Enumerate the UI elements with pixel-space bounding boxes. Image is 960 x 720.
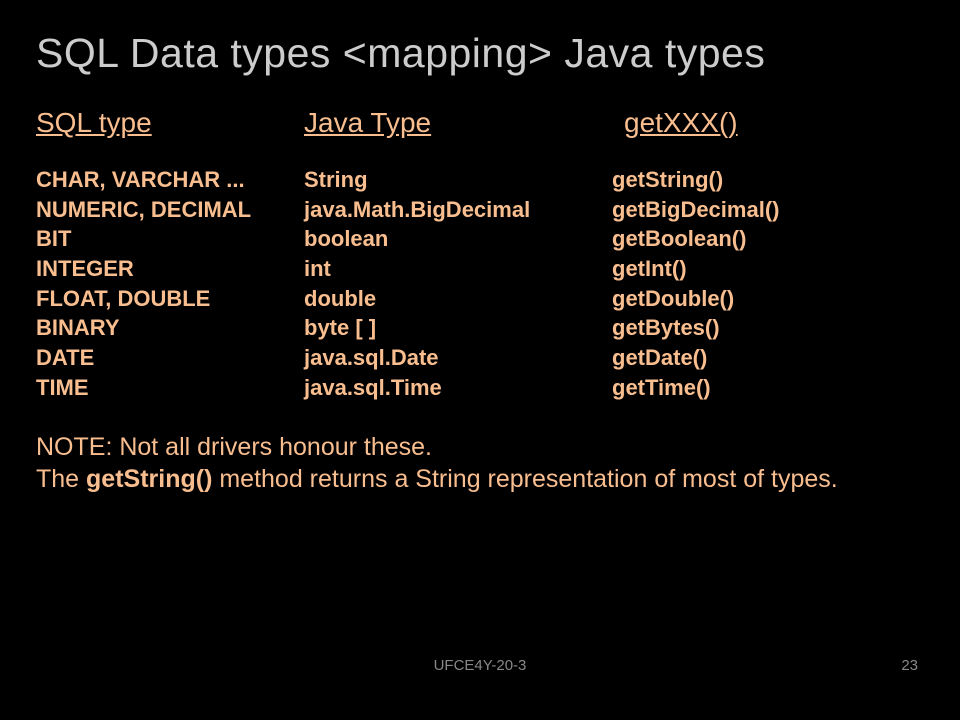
cell-get: getTime()	[612, 373, 711, 403]
table-row: NUMERIC, DECIMAL java.Math.BigDecimal ge…	[36, 195, 924, 225]
table-row: BINARY byte [ ] getBytes()	[36, 313, 924, 343]
cell-java: String	[304, 165, 612, 195]
cell-java: java.sql.Date	[304, 343, 612, 373]
cell-sql: NUMERIC, DECIMAL	[36, 195, 304, 225]
header-java-type: Java Type	[304, 107, 624, 139]
table-header-row: SQL type Java Type getXXX()	[36, 107, 924, 139]
note-text: method returns a String representation o…	[212, 465, 837, 493]
cell-get: getDouble()	[612, 284, 734, 314]
table-row: CHAR, VARCHAR ... String getString()	[36, 165, 924, 195]
table-row: DATE java.sql.Date getDate()	[36, 343, 924, 373]
cell-java: byte [ ]	[304, 313, 612, 343]
page-number: 23	[901, 657, 918, 674]
cell-java: int	[304, 254, 612, 284]
table-row: INTEGER int getInt()	[36, 254, 924, 284]
cell-java: java.Math.BigDecimal	[304, 195, 612, 225]
cell-sql: BINARY	[36, 313, 304, 343]
cell-java: java.sql.Time	[304, 373, 612, 403]
note-block: NOTE: Not all drivers honour these. The …	[36, 431, 924, 496]
note-bold: getString()	[86, 465, 212, 493]
cell-sql: FLOAT, DOUBLE	[36, 284, 304, 314]
table-row: BIT boolean getBoolean()	[36, 224, 924, 254]
cell-sql: BIT	[36, 224, 304, 254]
note-text: The	[36, 465, 86, 493]
cell-get: getString()	[612, 165, 723, 195]
table-row: FLOAT, DOUBLE double getDouble()	[36, 284, 924, 314]
slide-title: SQL Data types <mapping> Java types	[36, 30, 924, 77]
cell-get: getBigDecimal()	[612, 195, 779, 225]
cell-sql: TIME	[36, 373, 304, 403]
mapping-rows: CHAR, VARCHAR ... String getString() NUM…	[36, 165, 924, 403]
cell-java: double	[304, 284, 612, 314]
cell-get: getBoolean()	[612, 224, 746, 254]
footer-course-code: UFCE4Y-20-3	[434, 657, 527, 674]
header-sql-type: SQL type	[36, 107, 304, 139]
note-line-2: The getString() method returns a String …	[36, 463, 924, 496]
cell-sql: CHAR, VARCHAR ...	[36, 165, 304, 195]
header-getxxx: getXXX()	[624, 107, 738, 139]
cell-sql: DATE	[36, 343, 304, 373]
table-row: TIME java.sql.Time getTime()	[36, 373, 924, 403]
slide-footer: UFCE4Y-20-3 23	[0, 657, 960, 674]
cell-get: getDate()	[612, 343, 707, 373]
note-line-1: NOTE: Not all drivers honour these.	[36, 431, 924, 464]
cell-java: boolean	[304, 224, 612, 254]
cell-sql: INTEGER	[36, 254, 304, 284]
cell-get: getInt()	[612, 254, 687, 284]
slide: SQL Data types <mapping> Java types SQL …	[0, 0, 960, 496]
cell-get: getBytes()	[612, 313, 720, 343]
